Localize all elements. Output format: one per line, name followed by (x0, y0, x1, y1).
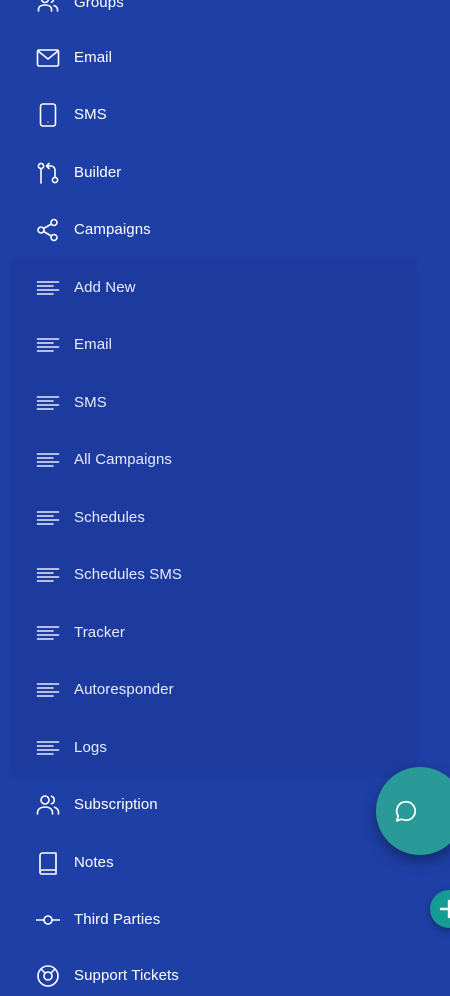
plus-icon (439, 899, 450, 919)
align-left-icon (36, 391, 60, 415)
sidebar-item-label: Subscription (74, 796, 158, 813)
sidebar-item-email[interactable]: Email (0, 38, 420, 78)
submenu-item-email[interactable]: Email (0, 325, 420, 365)
sidebar-item-notes[interactable]: Notes (0, 843, 420, 883)
envelope-icon (36, 46, 60, 70)
sidebar-item-builder[interactable]: Builder (0, 153, 420, 193)
sidebar-item-label: Notes (74, 854, 114, 871)
submenu-item-sms[interactable]: SMS (0, 383, 420, 423)
sidebar-item-label: SMS (74, 106, 107, 123)
submenu-item-label: All Campaigns (74, 451, 173, 468)
submenu-item-schedules[interactable]: Schedules (0, 498, 420, 538)
sidebar-item-third-parties[interactable]: Third Parties (0, 900, 420, 940)
git-pull-request-icon (36, 161, 60, 185)
submenu-item-label: Email (74, 336, 113, 353)
align-left-icon (36, 621, 60, 645)
sidebar-item-label: Support Tickets (74, 967, 179, 984)
sidebar-item-label: Builder (74, 164, 122, 181)
book-icon (36, 851, 60, 875)
submenu-item-logs[interactable]: Logs (0, 728, 420, 768)
align-left-icon (36, 276, 60, 300)
submenu-item-label: Schedules (74, 509, 145, 526)
submenu-item-autoresponder[interactable]: Autoresponder (0, 670, 420, 710)
align-left-icon (36, 333, 60, 357)
submenu-item-label: SMS (74, 394, 107, 411)
sidebar-item-label: Groups (74, 0, 124, 11)
share-icon (36, 218, 60, 242)
life-buoy-icon (36, 964, 60, 988)
sidebar-item-campaigns[interactable]: Campaigns (0, 210, 420, 250)
submenu-item-schedules-sms[interactable]: Schedules SMS (0, 555, 420, 595)
groups-icon (36, 0, 60, 15)
align-left-icon (36, 506, 60, 530)
sidebar-item-support-tickets[interactable]: Support Tickets (0, 956, 420, 996)
sidebar-item-label: Email (74, 49, 113, 66)
submenu-item-label: Tracker (74, 624, 125, 641)
submenu-item-label: Schedules SMS (74, 566, 183, 583)
sidebar-item-label: Campaigns (74, 221, 151, 238)
sidebar-item-subscription[interactable]: Subscription (0, 785, 420, 825)
submenu-item-all-campaigns[interactable]: All Campaigns (0, 440, 420, 480)
chat-bubble-icon (395, 800, 417, 822)
align-left-icon (36, 448, 60, 472)
sidebar-item-groups[interactable]: Groups (0, 0, 420, 23)
smartphone-icon (36, 103, 60, 127)
align-left-icon (36, 736, 60, 760)
submenu-item-add-new[interactable]: Add New (0, 268, 420, 308)
users-icon (36, 793, 60, 817)
sidebar-item-label: Third Parties (74, 911, 161, 928)
sidebar-item-sms[interactable]: SMS (0, 95, 420, 135)
submenu-item-tracker[interactable]: Tracker (0, 613, 420, 653)
align-left-icon (36, 563, 60, 587)
submenu-item-label: Autoresponder (74, 681, 174, 698)
git-commit-icon (36, 908, 60, 932)
submenu-item-label: Add New (74, 279, 136, 296)
align-left-icon (36, 678, 60, 702)
submenu-item-label: Logs (74, 739, 107, 756)
